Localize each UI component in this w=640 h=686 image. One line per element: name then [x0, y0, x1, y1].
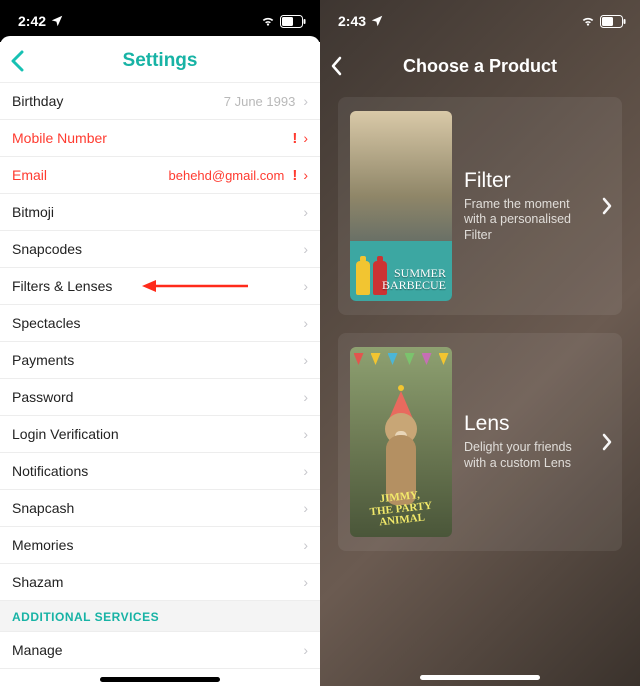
chevron-right-icon: ›	[303, 167, 308, 183]
row-email[interactable]: Email behehd@gmail.com ! ›	[0, 157, 320, 194]
chevron-right-icon: ›	[303, 315, 308, 331]
lens-thumbnail: JIMMY, THE PARTY ANIMAL	[350, 347, 452, 537]
row-shazam[interactable]: Shazam ›	[0, 564, 320, 601]
row-spectacles[interactable]: Spectacles ›	[0, 305, 320, 342]
row-value: behehd@gmail.com	[169, 168, 285, 183]
wifi-icon	[581, 14, 595, 28]
row-label: Birthday	[12, 93, 224, 109]
chevron-right-icon: ›	[303, 204, 308, 220]
row-label: Snapcash	[12, 500, 303, 516]
settings-screen: 2:42 Settings Birthday 7 June 1993 › Mob	[0, 0, 320, 686]
wifi-icon	[261, 14, 275, 28]
section-additional-services: ADDITIONAL SERVICES	[0, 601, 320, 632]
row-label: Snapcodes	[12, 241, 303, 257]
alert-icon: !	[292, 167, 297, 184]
card-subtitle: Delight your friends with a custom Lens	[464, 440, 590, 471]
row-label: Shazam	[12, 574, 303, 590]
page-title: Settings	[123, 50, 198, 71]
chevron-right-icon: ›	[303, 574, 308, 590]
chevron-right-icon: ›	[303, 537, 308, 553]
settings-header: Settings	[0, 36, 320, 83]
card-title: Lens	[464, 412, 590, 436]
row-label: Filters & Lenses	[12, 278, 303, 294]
back-button[interactable]	[10, 50, 24, 72]
row-bitmoji[interactable]: Bitmoji ›	[0, 194, 320, 231]
bunting-icon	[350, 353, 452, 371]
row-memories[interactable]: Memories ›	[0, 527, 320, 564]
row-label: Login Verification	[12, 426, 303, 442]
settings-list: Birthday 7 June 1993 › Mobile Number ! ›…	[0, 83, 320, 669]
row-value: 7 June 1993	[224, 94, 296, 109]
row-password[interactable]: Password ›	[0, 379, 320, 416]
chevron-right-icon: ›	[303, 642, 308, 658]
row-manage[interactable]: Manage ›	[0, 632, 320, 669]
card-title: Filter	[464, 169, 590, 193]
row-birthday[interactable]: Birthday 7 June 1993 ›	[0, 83, 320, 120]
chevron-right-icon: ›	[303, 389, 308, 405]
card-subtitle: Frame the moment with a personalised Fil…	[464, 197, 590, 244]
location-icon	[370, 14, 384, 28]
battery-icon	[600, 15, 626, 28]
choose-product-screen: 2:43 Choose a Product SUMMER	[320, 0, 640, 686]
chevron-right-icon: ›	[303, 500, 308, 516]
row-label: Bitmoji	[12, 204, 303, 220]
thumb-caption: SUMMER BARBECUE	[382, 267, 446, 291]
row-payments[interactable]: Payments ›	[0, 342, 320, 379]
chevron-right-icon: ›	[303, 241, 308, 257]
battery-icon	[280, 15, 306, 28]
row-label: Notifications	[12, 463, 303, 479]
row-label: Memories	[12, 537, 303, 553]
row-snapcodes[interactable]: Snapcodes ›	[0, 231, 320, 268]
status-time: 2:42	[18, 13, 46, 29]
status-bar: 2:43	[320, 0, 640, 42]
chevron-right-icon: ›	[303, 130, 308, 146]
row-label: Spectacles	[12, 315, 303, 331]
row-label: Email	[12, 167, 169, 183]
chevron-right-icon: ›	[303, 426, 308, 442]
filter-thumbnail: SUMMER BARBECUE	[350, 111, 452, 301]
home-indicator[interactable]	[420, 675, 540, 680]
alert-icon: !	[292, 130, 297, 147]
home-indicator[interactable]	[100, 677, 220, 682]
row-filters-lenses[interactable]: Filters & Lenses ›	[0, 268, 320, 305]
row-label: Mobile Number	[12, 130, 292, 146]
location-icon	[50, 14, 64, 28]
chevron-right-icon: ›	[303, 93, 308, 109]
row-notifications[interactable]: Notifications ›	[0, 453, 320, 490]
chevron-right-icon: ›	[303, 463, 308, 479]
row-label: Password	[12, 389, 303, 405]
row-snapcash[interactable]: Snapcash ›	[0, 490, 320, 527]
product-card-lens[interactable]: JIMMY, THE PARTY ANIMAL Lens Delight you…	[338, 333, 622, 551]
page-title: Choose a Product	[403, 56, 557, 76]
row-login-verification[interactable]: Login Verification ›	[0, 416, 320, 453]
thumb-caption: JIMMY, THE PARTY ANIMAL	[350, 487, 452, 532]
row-mobile-number[interactable]: Mobile Number ! ›	[0, 120, 320, 157]
row-label: Manage	[12, 642, 303, 658]
chevron-right-icon: ›	[303, 278, 308, 294]
chevron-right-icon	[602, 433, 612, 451]
status-time: 2:43	[338, 13, 366, 29]
chevron-right-icon	[602, 197, 612, 215]
chevron-right-icon: ›	[303, 352, 308, 368]
product-header: Choose a Product	[320, 42, 640, 91]
back-button[interactable]	[330, 56, 342, 76]
product-card-filter[interactable]: SUMMER BARBECUE Filter Frame the moment …	[338, 97, 622, 315]
row-label: Payments	[12, 352, 303, 368]
